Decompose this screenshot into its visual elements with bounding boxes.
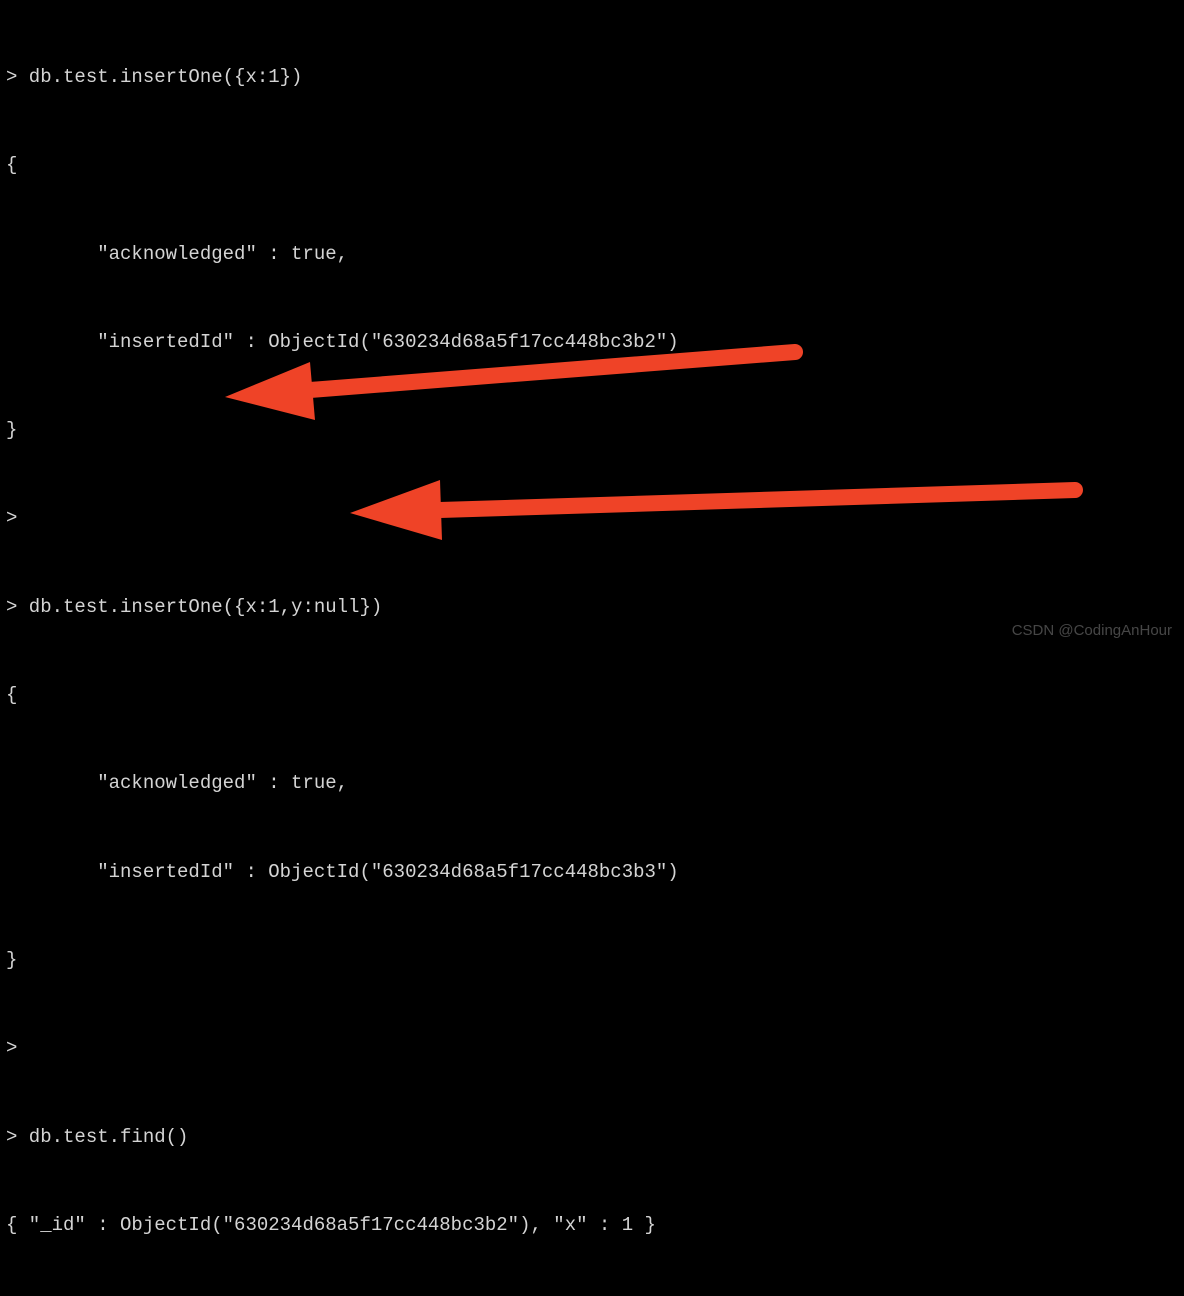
terminal-line: } [0, 416, 1184, 445]
terminal-line: "acknowledged" : true, [0, 240, 1184, 269]
terminal-line: "insertedId" : ObjectId("630234d68a5f17c… [0, 328, 1184, 357]
terminal-output[interactable]: > db.test.insertOne({x:1}) { "acknowledg… [0, 4, 1184, 1296]
terminal-line: > db.test.insertOne({x:1,y:null}) [0, 593, 1184, 622]
terminal-line: "insertedId" : ObjectId("630234d68a5f17c… [0, 858, 1184, 887]
terminal-line: { "_id" : ObjectId("630234d68a5f17cc448b… [0, 1211, 1184, 1240]
terminal-line: > [0, 504, 1184, 533]
terminal-line: } [0, 946, 1184, 975]
terminal-line: { [0, 681, 1184, 710]
terminal-line: > [0, 1034, 1184, 1063]
terminal-line: { [0, 151, 1184, 180]
terminal-line: > db.test.insertOne({x:1}) [0, 63, 1184, 92]
terminal-line: > db.test.find() [0, 1123, 1184, 1152]
watermark-text: CSDN @CodingAnHour [1012, 619, 1172, 642]
terminal-line: "acknowledged" : true, [0, 769, 1184, 798]
